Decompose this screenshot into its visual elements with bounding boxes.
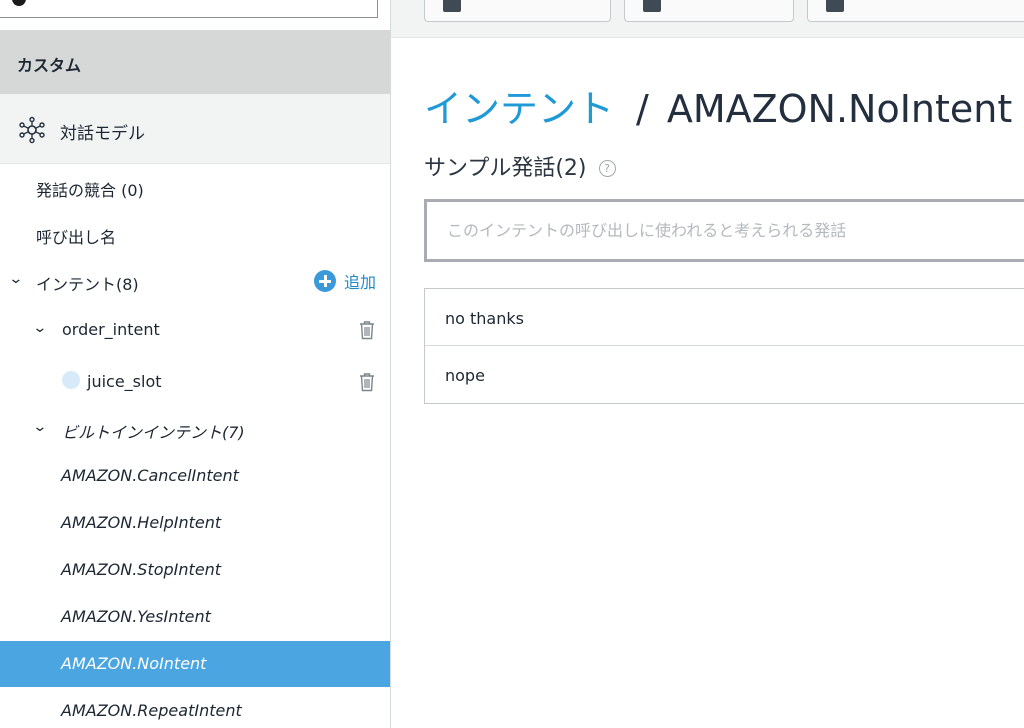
save-icon	[443, 0, 461, 12]
plus-circle-icon	[313, 270, 336, 292]
breadcrumb-intents-link[interactable]: インテント	[424, 87, 614, 131]
add-intent-button[interactable]: 追加	[313, 269, 376, 293]
intent-label: AMAZON.NoIntent	[61, 654, 207, 673]
utterance-row[interactable]: no thanks	[425, 289, 1024, 346]
toolbar-button-tools[interactable]	[807, 0, 1024, 22]
intents-label: インテント(8)	[36, 275, 139, 294]
sidebar-item-cancel-intent[interactable]: AMAZON.CancelIntent	[0, 453, 390, 499]
toolbar-button-build[interactable]	[624, 0, 794, 22]
network-gear-icon	[19, 116, 45, 144]
top-toolbar	[391, 0, 1024, 38]
trash-icon[interactable]	[358, 320, 376, 340]
toolbar-button-save[interactable]	[424, 0, 611, 22]
order-intent-label: order_intent	[62, 320, 160, 339]
intent-label: AMAZON.StopIntent	[61, 560, 222, 579]
sample-utterances-label: サンプル発話(2)	[424, 156, 587, 181]
sidebar-item-help-intent[interactable]: AMAZON.HelpIntent	[0, 500, 390, 546]
utterance-conflicts-label: 発話の競合 (0)	[36, 181, 144, 200]
intent-label: AMAZON.HelpIntent	[61, 513, 222, 532]
sidebar-item-no-intent[interactable]: AMAZON.NoIntent	[0, 641, 390, 687]
breadcrumb-separator: /	[636, 87, 649, 131]
sidebar-item-juice-slot[interactable]: juice_slot	[0, 359, 390, 405]
page-title: AMAZON.NoIntent	[666, 87, 1013, 131]
intent-label: AMAZON.CancelIntent	[61, 466, 239, 485]
sidebar: カスタム 対話モデル 発話の競合 (0) 呼び出し名 ⌄ インテント(8) 追加…	[0, 0, 391, 728]
sidebar-item-repeat-intent[interactable]: AMAZON.RepeatIntent	[0, 688, 390, 728]
custom-section-label: カスタム	[17, 56, 82, 75]
juice-slot-label: juice_slot	[87, 372, 162, 391]
sidebar-item-stop-intent[interactable]: AMAZON.StopIntent	[0, 547, 390, 593]
add-intent-label: 追加	[343, 273, 376, 292]
intent-label: AMAZON.YesIntent	[61, 607, 211, 626]
intent-label: AMAZON.RepeatIntent	[61, 701, 242, 720]
sample-utterances-title: サンプル発話(2)?	[424, 150, 616, 182]
sidebar-item-dialog-model[interactable]: 対話モデル	[0, 94, 390, 164]
sidebar-item-builtin-intents[interactable]: ⌄ ビルトインインテント(7)	[0, 406, 390, 452]
breadcrumb: インテント / AMAZON.NoIntent	[424, 78, 1012, 133]
utterance-row[interactable]: nope	[425, 346, 1024, 403]
builtin-intents-label: ビルトインインテント(7)	[62, 423, 245, 442]
utterance-list: no thanks nope	[424, 288, 1024, 404]
help-icon[interactable]: ?	[598, 160, 616, 177]
build-icon	[643, 0, 661, 12]
sidebar-item-utterance-conflicts[interactable]: 発話の競合 (0)	[0, 164, 390, 210]
sidebar-search-box[interactable]	[0, 0, 378, 18]
tools-icon	[826, 0, 844, 12]
slot-dot-icon	[62, 371, 80, 389]
custom-section-header: カスタム	[0, 30, 390, 94]
chevron-down-icon[interactable]: ⌄	[32, 320, 47, 336]
dialog-model-label: 対話モデル	[60, 124, 145, 144]
search-toggle-icon	[12, 0, 26, 6]
sidebar-item-order-intent[interactable]: ⌄ order_intent	[0, 307, 390, 353]
trash-icon[interactable]	[358, 372, 376, 392]
invocation-name-label: 呼び出し名	[36, 228, 117, 247]
utterance-input[interactable]	[424, 199, 1024, 262]
sidebar-item-invocation-name[interactable]: 呼び出し名	[0, 211, 390, 257]
chevron-down-icon[interactable]: ⌄	[8, 271, 23, 287]
sidebar-item-intents[interactable]: ⌄ インテント(8) 追加	[0, 258, 390, 304]
chevron-down-icon[interactable]: ⌄	[32, 419, 47, 435]
sidebar-item-yes-intent[interactable]: AMAZON.YesIntent	[0, 594, 390, 640]
